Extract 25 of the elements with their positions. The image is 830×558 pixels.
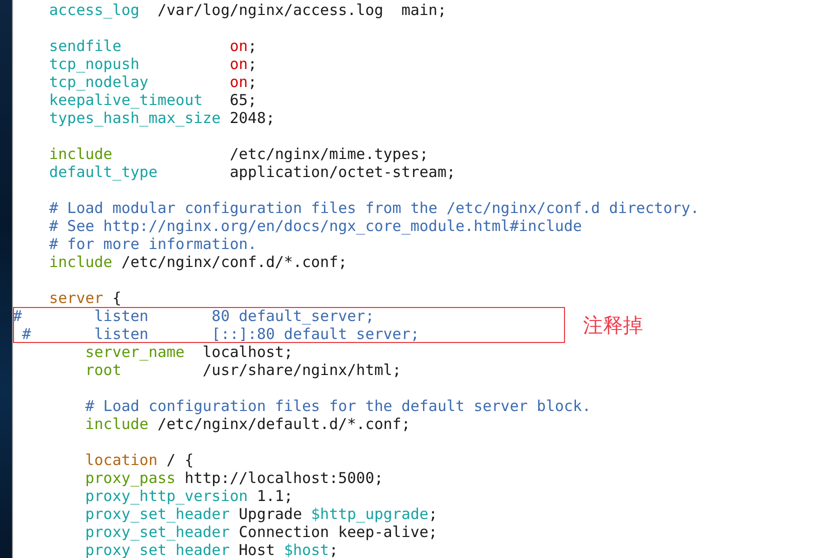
code-line: proxy_set_header Upgrade $http_upgrade; [84, 505, 438, 523]
code-line: server { [48, 289, 122, 307]
code-line: include /etc/nginx/default.d/*.conf; [84, 415, 410, 433]
annotation-label: 注释掉 [583, 312, 643, 338]
code-line: # listen [::]:80 default_server; [21, 325, 420, 343]
code-line: server_name localhost; [84, 343, 293, 361]
code-line: default_type application/octet-stream; [48, 163, 456, 181]
code-line: # Load configuration files for the default server block. [84, 397, 591, 415]
code-line: include /etc/nginx/mime.types; [48, 145, 428, 163]
code-line: root /usr/share/nginx/html; [84, 361, 402, 379]
code-line: include /etc/nginx/conf.d/*.conf; [48, 253, 348, 271]
code-line: tcp_nopush on; [48, 55, 257, 73]
code-line: keepalive_timeout 65; [48, 91, 257, 109]
code-line: # Load modular configuration files from the /etc/nginx/conf.d directory. [48, 199, 700, 217]
code-line: location / { [84, 451, 194, 469]
code-line: tcp_nodelay on; [48, 73, 257, 91]
code-line: proxy_http_version 1.1; [84, 487, 293, 505]
code-line: types_hash_max_size 2048; [48, 109, 275, 127]
code-line: access_log /var/log/nginx/access.log main; [48, 1, 446, 19]
code-line: proxy_set_header Connection keep-alive; [84, 523, 438, 541]
code-line: # for more information. [48, 235, 257, 253]
code-line: sendfile on; [48, 37, 257, 55]
code-line: proxy_pass http://localhost:5000; [84, 469, 384, 487]
code-line: # listen 80 default_server; [13, 307, 374, 325]
code-line: # See http://nginx.org/en/docs/ngx_core_module.html#include [48, 217, 582, 235]
